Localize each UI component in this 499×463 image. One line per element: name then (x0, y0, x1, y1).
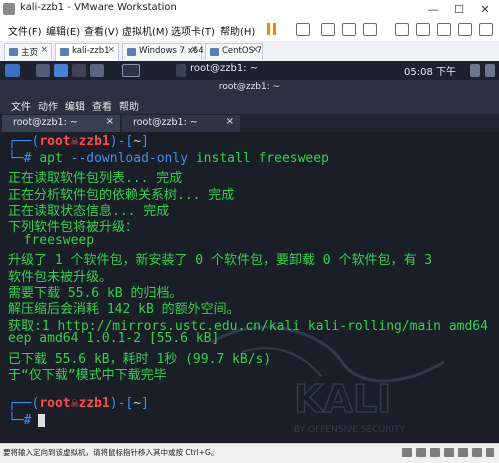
tab-windows7[interactable]: Windows 7 x64 × (122, 43, 204, 60)
prompt-symbol: # (23, 413, 32, 428)
vmware-tab-bar: 主页 × kali-zzb1 × Windows 7 x64 × CentOS … (0, 41, 499, 62)
close-tab-icon[interactable]: × (190, 45, 198, 55)
vm-icon (127, 48, 136, 56)
browser-icon[interactable] (90, 64, 104, 77)
vmware-statusbar: 要将输入定向到该虚拟机，请将鼠标指针移入其中或按 Ctrl+G。 (0, 443, 499, 463)
send-keys-icon[interactable] (296, 23, 310, 36)
menu-vm[interactable]: 虚拟机(M) (122, 23, 168, 38)
console-view-icon[interactable] (416, 23, 430, 36)
prompt-header: ┌──(root☠zzb1)-[~] (8, 134, 149, 149)
watermark-tagline: BY OFFENSIVE SECURITY (294, 425, 406, 435)
stretch-icon[interactable] (479, 23, 493, 36)
tab-centos7[interactable]: CentOS 7 × (205, 43, 263, 60)
window-title: kali-zzb1 - VMware Workstation (20, 2, 177, 13)
snapshot-icon[interactable] (321, 23, 335, 36)
command-args: install freesweep (195, 151, 329, 166)
watermark-brand: KALI (294, 377, 391, 421)
menu-view[interactable]: 查看(V) (84, 23, 119, 38)
prompt-user: root (39, 396, 71, 411)
library-icon[interactable] (395, 23, 409, 36)
prompt-symbol: # (23, 151, 32, 166)
terminal-menu-actions[interactable]: 动作 (38, 98, 58, 113)
message-icon[interactable] (486, 448, 494, 457)
tab-kali-zzb1[interactable]: kali-zzb1 × (55, 43, 119, 62)
terminal-titlebar: root@zzb1: ~ (0, 80, 499, 96)
home-icon (9, 48, 18, 56)
network-adapter-icon[interactable] (430, 448, 440, 457)
usb-icon[interactable] (444, 448, 454, 457)
terminal-tab-bar: root@zzb1: ~ × root@zzb1: ~ × (0, 114, 499, 132)
prompt-header: ┌──(root☠zzb1)-[~] (8, 396, 149, 411)
power-icon[interactable] (485, 64, 495, 77)
hdd-icon[interactable] (402, 448, 412, 457)
prompt-path: ~ (133, 134, 142, 149)
vmware-logo-icon (3, 3, 15, 15)
prompt-host: zzb1 (78, 134, 110, 149)
output-line: 于“仅下载”模式中下载完毕 (8, 368, 167, 383)
close-tab-icon[interactable]: × (40, 45, 48, 55)
command-name: apt (39, 151, 63, 166)
close-tab-icon[interactable]: × (107, 45, 115, 55)
kali-watermark: KALI BY OFFENSIVE SECURITY (211, 325, 445, 435)
terminal-menu-edit[interactable]: 编辑 (65, 98, 85, 113)
command-line: └─# apt --download-only install freeswee… (8, 151, 329, 166)
terminal-menu-help[interactable]: 帮助 (119, 98, 139, 113)
command-line: └─# (8, 413, 32, 428)
close-button[interactable]: ✕ (472, 0, 498, 19)
prompt-host: zzb1 (78, 396, 110, 411)
terminal-tab[interactable]: root@zzb1: ~ × (122, 115, 240, 132)
cdrom-icon[interactable] (416, 448, 426, 457)
menu-file[interactable]: 文件(F) (8, 23, 42, 38)
maximize-button[interactable]: ☐ (446, 0, 472, 19)
unity-icon[interactable] (458, 23, 472, 36)
minimize-button[interactable]: — (420, 0, 446, 19)
terminal-launcher-icon[interactable] (72, 64, 86, 77)
menu-help[interactable]: 帮助(H) (220, 23, 255, 38)
prompt-user: root (39, 134, 71, 149)
close-tab-icon[interactable]: × (226, 116, 234, 127)
clock[interactable]: 05:08 下午 (404, 63, 456, 78)
text-cursor (38, 414, 45, 427)
revert-snapshot-icon[interactable] (342, 23, 356, 36)
terminal-title: root@zzb1: ~ (218, 82, 281, 92)
pause-icon[interactable] (265, 22, 279, 36)
taskbar-terminal-label[interactable]: root@zzb1: ~ (190, 63, 258, 74)
terminal-tab[interactable]: root@zzb1: ~ × (2, 115, 120, 132)
command-option: --download-only (70, 151, 189, 166)
terminal-output[interactable]: KALI BY OFFENSIVE SECURITY ┌──(root☠zzb1… (0, 132, 499, 443)
status-message: 要将输入定向到该虚拟机，请将鼠标指针移入其中或按 Ctrl+G。 (3, 448, 219, 457)
prompt-path: ~ (133, 396, 142, 411)
display-icon[interactable] (472, 448, 482, 457)
vmware-titlebar: kali-zzb1 - VMware Workstation — ☐ ✕ (0, 0, 499, 20)
menu-tabs[interactable]: 选项卡(T) (171, 23, 215, 38)
workspace-icon[interactable] (36, 64, 50, 77)
fullscreen-icon[interactable] (437, 23, 451, 36)
close-tab-icon[interactable]: × (106, 116, 114, 127)
close-tab-icon[interactable]: × (251, 45, 259, 55)
menu-edit[interactable]: 编辑(E) (46, 23, 80, 38)
kali-menu-icon[interactable] (5, 64, 20, 77)
sound-icon[interactable] (458, 448, 468, 457)
vm-icon (60, 48, 69, 56)
snapshot-manager-icon[interactable] (363, 23, 377, 36)
output-line: freesweep (8, 233, 95, 248)
kali-top-panel: root@zzb1: ~ 05:08 下午 (0, 61, 499, 80)
terminal-task-icon (176, 64, 186, 77)
terminal-menu-view[interactable]: 查看 (92, 98, 112, 113)
terminal-menu-file[interactable]: 文件 (11, 98, 31, 113)
output-line: eep amd64 1.0.1-2 [55.6 kB] (8, 331, 220, 346)
network-icon[interactable] (470, 64, 480, 77)
workspace-switcher-icon[interactable] (122, 64, 140, 77)
vm-icon (210, 48, 219, 56)
file-manager-icon[interactable] (54, 64, 68, 77)
vmware-menubar: 文件(F) 编辑(E) 查看(V) 虚拟机(M) 选项卡(T) 帮助(H) (0, 19, 499, 42)
terminal-menubar: 文件 动作 编辑 查看 帮助 (0, 96, 499, 114)
tab-home[interactable]: 主页 × (4, 43, 52, 60)
